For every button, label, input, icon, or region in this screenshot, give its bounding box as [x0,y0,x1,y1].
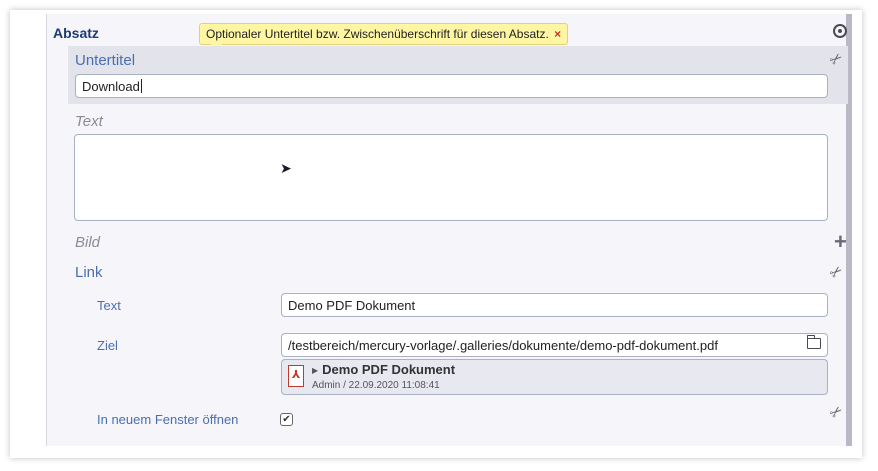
triangle-right-icon[interactable]: ▶ [312,366,318,375]
text-label: Text [75,113,103,130]
untertitel-label: Untertitel [75,52,136,69]
pdf-icon: ⅄ [288,365,304,387]
untertitel-input[interactable]: Download [75,74,828,98]
new-window-label: In neuem Fenster öffnen [97,412,239,427]
link-ziel-label: Ziel [97,338,118,353]
file-meta: Admin / 22.09.2020 11:08:41 [312,380,440,391]
help-tooltip: Optionaler Untertitel bzw. Zwischenübers… [199,23,569,51]
file-name[interactable]: ▶ Demo PDF Dokument [312,362,455,377]
bild-label: Bild [75,234,101,251]
section-title: Absatz [53,25,99,41]
text-area[interactable] [74,134,828,221]
tooltip-text: Optionaler Untertitel bzw. Zwischenübers… [206,27,549,41]
text-caret [140,79,142,93]
untertitel-value: Download [82,78,140,94]
link-text-value: Demo PDF Dokument [288,297,416,313]
link-ziel-input[interactable]: /testbereich/mercury-vorlage/.galleries/… [281,333,828,357]
target-icon[interactable] [833,24,847,38]
mouse-cursor-icon: ➤ [280,160,292,176]
folder-icon[interactable] [806,335,821,349]
new-window-checkbox[interactable]: ✔ [280,413,293,426]
tooltip-close-icon[interactable]: × [554,27,561,41]
link-label: Link [75,264,103,281]
link-text-label: Text [97,298,121,313]
link-ziel-value: /testbereich/mercury-vorlage/.galleries/… [288,337,718,353]
file-card[interactable]: ⅄ ▶ Demo PDF Dokument Admin / 22.09.2020 … [281,359,828,395]
plus-icon[interactable]: + [834,231,847,253]
link-text-input[interactable]: Demo PDF Dokument [281,293,828,317]
file-name-text: Demo PDF Dokument [322,362,456,377]
